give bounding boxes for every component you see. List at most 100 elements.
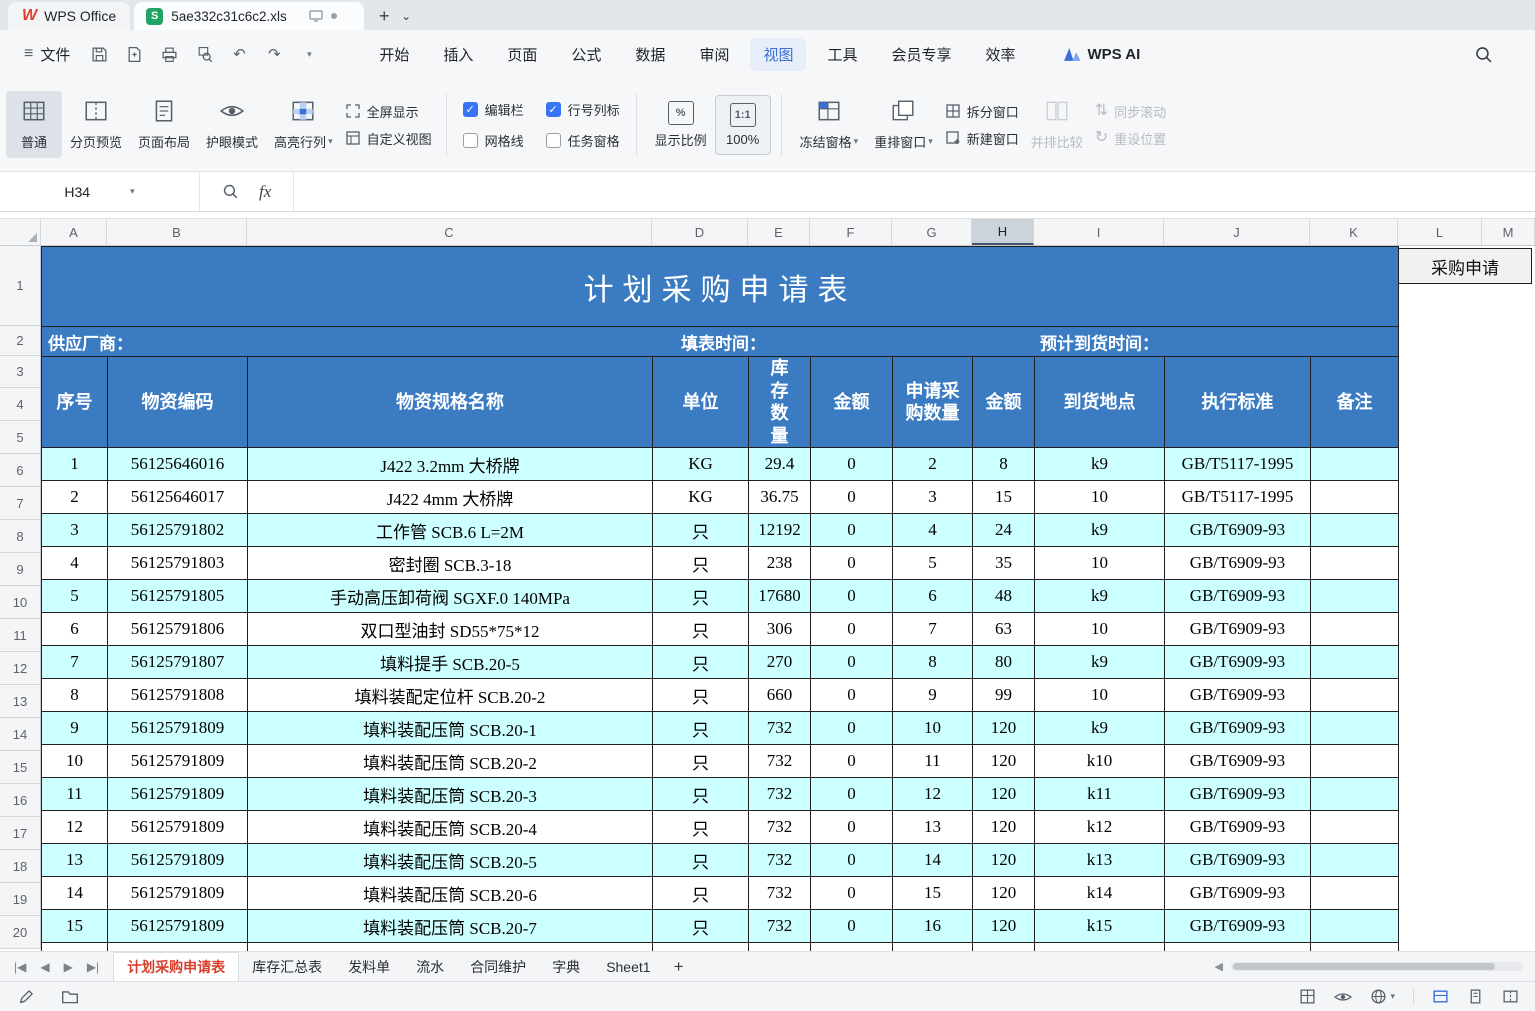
table-cell[interactable]: 6	[41, 612, 108, 646]
table-cell[interactable]: 48	[972, 579, 1035, 613]
table-cell[interactable]: 120	[972, 711, 1035, 745]
table-cell[interactable]: 0	[810, 843, 893, 877]
column-header-M[interactable]: M	[1482, 219, 1535, 245]
table-cell[interactable]: GB/T6909-93	[1164, 909, 1311, 943]
table-cell[interactable]: 56125791805	[107, 579, 248, 613]
table-cell[interactable]: k9	[1034, 513, 1165, 547]
redo-button[interactable]: ↷	[263, 43, 285, 65]
table-cell[interactable]: 80	[972, 645, 1035, 679]
table-cell[interactable]: 14	[41, 876, 108, 910]
row-header-14[interactable]: 14	[0, 718, 40, 751]
table-cell[interactable]: GB/T6909-93	[1164, 711, 1311, 745]
menu-tab-效率[interactable]: 效率	[973, 38, 1029, 71]
table-cell[interactable]: 120	[972, 843, 1035, 877]
table-cell[interactable]: 3	[892, 480, 973, 514]
info-band-cell[interactable]: 供应厂商： 填表时间： 预计到货时间：	[40, 326, 1400, 357]
table-cell[interactable]: 13	[41, 843, 108, 877]
sheet-tab-库存汇总表[interactable]: 库存汇总表	[239, 953, 335, 981]
last-sheet-button[interactable]: ▶|	[87, 960, 99, 974]
table-cell[interactable]: 15	[972, 480, 1035, 514]
table-cell[interactable]: k12	[1034, 810, 1165, 844]
table-cell[interactable]: 只	[652, 843, 749, 877]
table-cell[interactable]: 4	[892, 513, 973, 547]
table-cell[interactable]: 2	[892, 447, 973, 481]
first-sheet-button[interactable]: |◀	[14, 960, 26, 974]
table-cell[interactable]: k9	[1034, 447, 1165, 481]
table-cell[interactable]: 0	[810, 777, 893, 811]
table-cell[interactable]	[1309, 711, 1400, 745]
table-cell[interactable]: 0	[810, 645, 893, 679]
name-box-caret-icon[interactable]: ▾	[130, 186, 135, 197]
table-cell[interactable]: 只	[652, 744, 749, 778]
table-cell[interactable]: 15	[892, 876, 973, 910]
row-header-18[interactable]: 18	[0, 850, 40, 883]
table-cell[interactable]: 9	[41, 711, 108, 745]
table-cell[interactable]: GB/T6909-93	[1164, 678, 1311, 712]
tab-list-caret-icon[interactable]: ⌄	[396, 4, 416, 28]
table-cell[interactable]: 5	[892, 546, 973, 580]
toolbar-more-caret-icon[interactable]: ▾	[298, 43, 320, 65]
table-cell[interactable]: 工作管 SCB.6 L=2M	[247, 513, 653, 547]
table-cell[interactable]: 4	[41, 546, 108, 580]
table-cell[interactable]: 0	[810, 513, 893, 547]
header-request-qty[interactable]: 申请采购数量	[892, 356, 973, 448]
table-cell[interactable]: 15	[41, 909, 108, 943]
table-cell[interactable]: GB/T6909-93	[1164, 579, 1311, 613]
sheet-tab-流水[interactable]: 流水	[403, 953, 457, 981]
table-cell[interactable]: 5	[41, 579, 108, 613]
table-cell[interactable]: 0	[810, 810, 893, 844]
view-normal-toggle[interactable]	[1432, 988, 1449, 1005]
file-menu-button[interactable]: ≡ 文件	[14, 38, 80, 71]
split-window-button[interactable]: 拆分窗口	[945, 102, 1019, 121]
task-pane-checkbox[interactable]: 任务窗格	[545, 131, 620, 150]
table-cell[interactable]: 填料装配压筒 SCB.20-4	[247, 810, 653, 844]
table-cell[interactable]: 3	[41, 513, 108, 547]
edit-bar-checkbox[interactable]: ✓ 编辑栏	[462, 100, 524, 119]
table-cell[interactable]: 35	[972, 546, 1035, 580]
menu-tab-视图[interactable]: 视图	[750, 37, 807, 71]
table-cell[interactable]: 56125646017	[107, 480, 248, 514]
table-cell[interactable]: GB/T6909-93	[1164, 546, 1311, 580]
header-seq[interactable]: 序号	[41, 356, 108, 448]
table-cell[interactable]: 56125791808	[107, 678, 248, 712]
table-cell[interactable]: GB/T6909-93	[1164, 843, 1311, 877]
table-cell[interactable]: 填料装配定位杆 SCB.20-2	[247, 678, 653, 712]
scrollbar-thumb[interactable]	[1233, 963, 1495, 970]
menu-tab-页面[interactable]: 页面	[494, 38, 550, 71]
table-cell[interactable]: 7	[892, 612, 973, 646]
table-cell[interactable]: 13	[892, 810, 973, 844]
header-stock-qty[interactable]: 库存数量	[748, 356, 811, 448]
row-header-11[interactable]: 11	[0, 619, 40, 652]
column-header-B[interactable]: B	[107, 219, 247, 245]
table-cell[interactable]: 306	[748, 612, 811, 646]
table-cell[interactable]: 16	[892, 909, 973, 943]
sheet-tab-计划采购申请表[interactable]: 计划采购申请表	[113, 952, 240, 981]
table-cell[interactable]: 732	[748, 909, 811, 943]
table-cell[interactable]	[1309, 810, 1400, 844]
next-sheet-button[interactable]: ▶	[64, 960, 73, 974]
table-cell[interactable]: 99	[972, 678, 1035, 712]
table-cell[interactable]: k13	[1034, 843, 1165, 877]
header-unit[interactable]: 单位	[652, 356, 749, 448]
wps-ai-button[interactable]: WPS AI	[1063, 46, 1140, 63]
sheet-title-cell[interactable]: 计划采购申请表	[40, 246, 1400, 327]
table-cell[interactable]: 只	[652, 909, 749, 943]
header-material-code[interactable]: 物资编码	[107, 356, 248, 448]
sheet-tab-发料单[interactable]: 发料单	[335, 953, 403, 981]
menu-tab-公式[interactable]: 公式	[558, 38, 614, 71]
table-cell[interactable]	[1309, 612, 1400, 646]
table-cell[interactable]: GB/T6909-93	[1164, 876, 1311, 910]
table-cell[interactable]: 120	[972, 810, 1035, 844]
column-header-K[interactable]: K	[1310, 219, 1398, 245]
menu-tab-会员专享[interactable]: 会员专享	[878, 38, 964, 71]
print-button[interactable]	[158, 43, 180, 65]
menu-tab-开始[interactable]: 开始	[366, 38, 422, 71]
insert-function-button[interactable]: fx	[259, 182, 271, 202]
column-header-G[interactable]: G	[892, 219, 972, 245]
column-header-H[interactable]: H	[972, 219, 1034, 245]
row-header-16[interactable]: 16	[0, 784, 40, 817]
table-cell[interactable]: GB/T6909-93	[1164, 645, 1311, 679]
table-cell[interactable]: 只	[652, 612, 749, 646]
table-cell[interactable]: 填料装配压筒 SCB.20-7	[247, 909, 653, 943]
document-tab[interactable]: S 5ae332c31c6c2.xls	[134, 2, 365, 30]
